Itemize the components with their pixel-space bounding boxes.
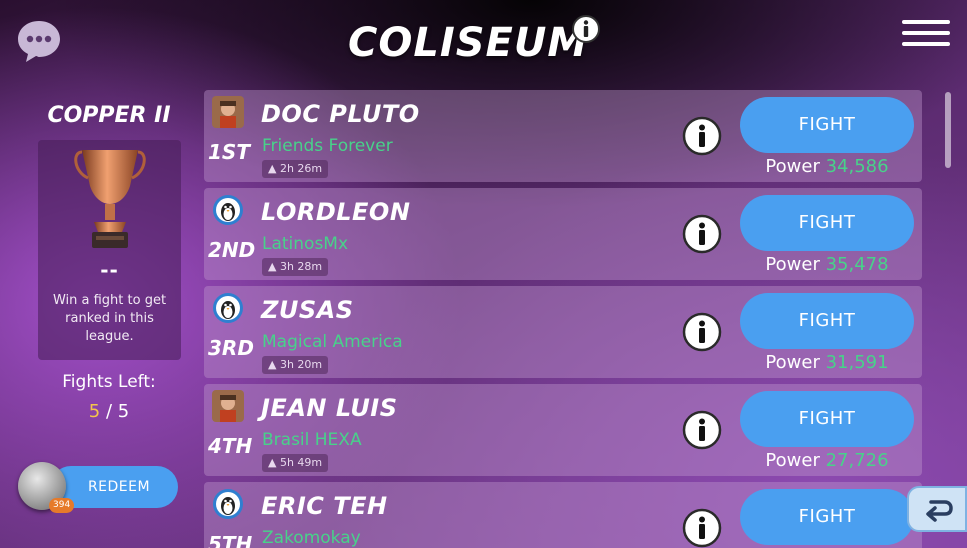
info-icon[interactable] [571,14,601,44]
opponent-rank: 2ND [208,238,256,262]
opponent-row: JEAN LUIS 4TH Brasil HEXA ▲ 5h 49m FIGHT Powe… [204,384,922,476]
opponent-guild: Magical America [262,332,403,352]
opponent-name: ZUSAS [261,296,354,324]
opponent-rank: 3RD [208,336,254,360]
info-icon[interactable] [682,410,722,450]
power-label: Power [765,450,820,471]
chat-icon[interactable] [16,18,62,62]
character-avatar-icon[interactable] [212,96,244,128]
fight-button[interactable]: FIGHT [740,391,914,447]
back-button[interactable] [907,486,967,532]
opponent-guild: Friends Forever [262,136,393,156]
opponent-power: Power 31,591 [740,352,914,373]
character-avatar-icon[interactable] [212,390,244,422]
penguin-avatar-icon[interactable] [212,194,244,226]
opponent-name: ERIC TEH [261,492,388,520]
power-value: 27,726 [825,450,889,471]
opponent-timer: ▲ 5h 49m [262,454,329,472]
opponent-power: Power 27,726 [740,450,914,471]
league-message: Win a fight to get ranked in this league… [52,293,167,344]
power-label: Power [765,254,820,275]
opponent-timer: ▲ 3h 28m [262,258,329,276]
return-arrow-icon [926,500,953,522]
fight-button[interactable]: FIGHT [740,97,914,153]
fights-left-current: 5 [88,401,101,422]
opponent-rank: 4TH [208,434,253,458]
fight-button[interactable]: FIGHT [740,293,914,349]
league-rank: -- [100,258,119,282]
opponent-name: LORDLEON [261,198,411,226]
power-label: Power [765,352,820,373]
opponent-row: DOC PLUTO 1ST Friends Forever ▲ 2h 26m FIGHT… [204,90,922,182]
trophy-icon [74,150,146,248]
penguin-avatar-icon[interactable] [212,488,244,520]
opponent-timer: ▲ 3h 20m [262,356,329,374]
info-icon[interactable] [682,312,722,352]
opponent-guild: Zakomokay [262,528,361,548]
opponent-guild: Brasil HEXA [262,430,362,450]
fight-button[interactable]: FIGHT [740,195,914,251]
opponent-power: Power 34,586 [740,156,914,177]
power-value: 31,591 [825,352,889,373]
opponent-row: ERIC TEH 5TH Zakomokay FIGHT [204,482,922,548]
opponent-row: ZUSAS 3RD Magical America ▲ 3h 20m FIGHT Powe… [204,286,922,378]
league-trophy-card: -- Win a fight to get ranked in this lea… [38,140,181,360]
opponent-power: Power 35,478 [740,254,914,275]
opponent-name: DOC PLUTO [261,100,420,128]
fights-left-label: Fights Left: [62,372,156,392]
fight-button[interactable]: FIGHT [740,489,914,545]
info-icon[interactable] [682,214,722,254]
list-scrollbar[interactable] [945,92,951,168]
opponent-timer: ▲ 2h 26m [262,160,329,178]
power-value: 35,478 [825,254,889,275]
power-label: Power [765,156,820,177]
fights-left-separator: / [100,401,118,422]
league-name: COPPER II [47,103,171,128]
penguin-avatar-icon[interactable] [212,292,244,324]
opponent-guild: LatinosMx [262,234,349,254]
opponent-list[interactable]: DOC PLUTO 1ST Friends Forever ▲ 2h 26m FIGHT… [204,90,922,548]
info-icon[interactable] [682,508,722,548]
opponent-name: JEAN LUIS [261,394,398,422]
coin-count-badge: 394 [49,498,75,513]
opponent-rank: 1ST [208,140,250,164]
power-value: 34,586 [825,156,889,177]
hamburger-menu-icon[interactable] [902,20,950,48]
opponent-rank: 5TH [208,532,253,548]
opponent-row: LORDLEON 2ND LatinosMx ▲ 3h 28m FIGHT Power 3… [204,188,922,280]
fights-left-total: 5 [117,401,130,422]
info-icon[interactable] [682,116,722,156]
fights-left-count: 5 / 5 [30,401,188,422]
page-title: COLISEUM [348,20,589,66]
